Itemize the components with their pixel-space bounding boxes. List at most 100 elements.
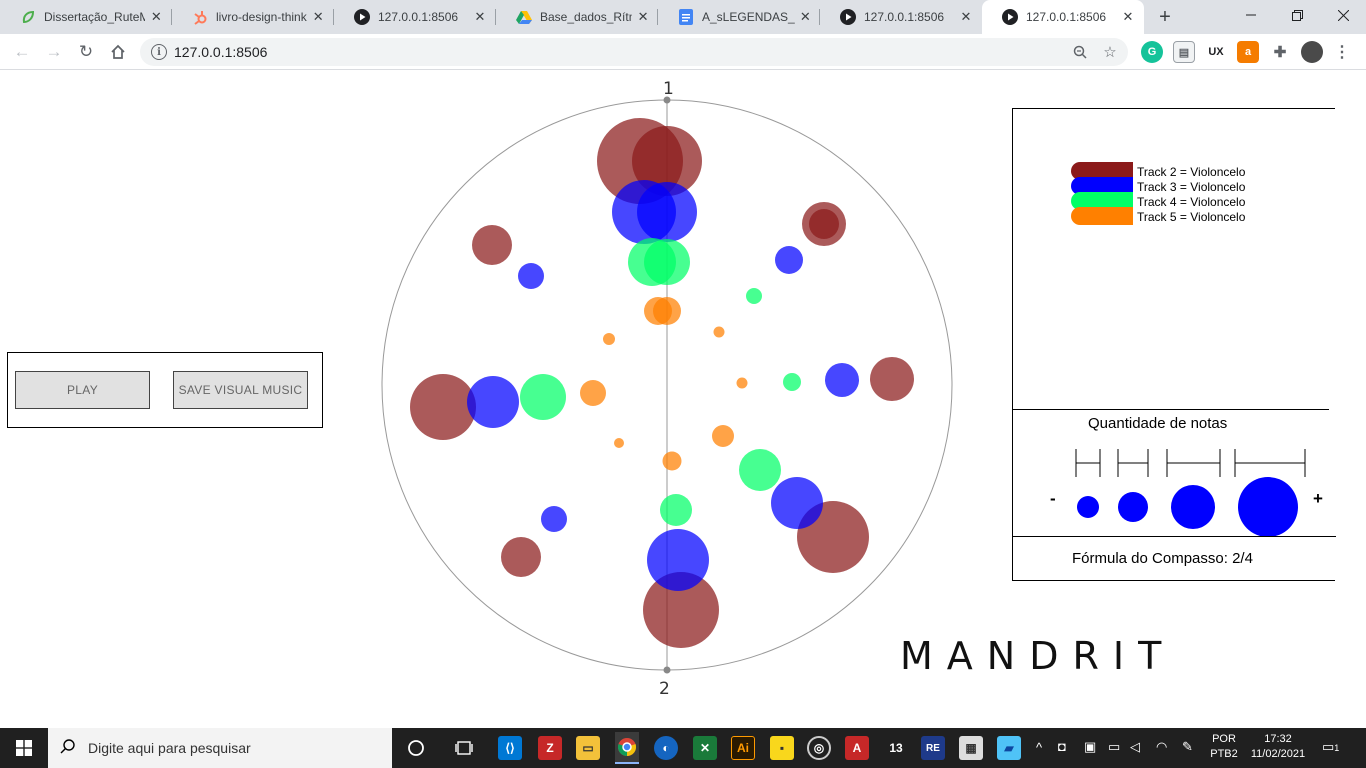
quantity-scale [1075,449,1306,537]
note-bubble [603,333,615,345]
close-icon[interactable]: ✕ [149,9,164,25]
chrome-icon[interactable] [615,732,639,764]
tab-base-dados[interactable]: Base_dados_Rítmic ✕ [496,0,658,34]
size-sample [1077,496,1099,518]
wifi-icon[interactable]: ◠ [1156,739,1167,755]
vscode-icon[interactable]: ⟨⟩ [498,736,522,760]
app-13-icon[interactable]: 13 [884,736,908,760]
new-tab-button[interactable]: + [1153,5,1177,29]
illustrator-icon[interactable]: Ai [731,736,755,760]
tab-title: Dissertação_RuteM [44,10,145,24]
note-bubble [541,506,567,532]
address-bar[interactable]: i 127.0.0.1:8506 ☆ [140,38,1128,66]
legend-item: Track 5 = Violoncelo [1137,210,1246,224]
bookmark-star-icon[interactable]: ☆ [1100,42,1120,62]
note-bubble [472,225,512,265]
back-arrow-icon[interactable]: ← [8,38,36,66]
note-bubble [825,363,859,397]
close-icon[interactable]: ✕ [311,9,327,25]
grammarly-icon[interactable]: G [1141,41,1163,63]
notification-center-icon[interactable]: ▭1 [1322,739,1339,755]
time-signature: Fórmula do Compasso: 2/4 [1072,550,1253,567]
zoom-icon[interactable] [1070,42,1090,62]
zotero-icon[interactable]: Z [538,736,562,760]
note-bubble [775,246,803,274]
ux-extension-icon[interactable]: UX [1205,41,1227,63]
reload-icon[interactable]: ↻ [72,38,100,66]
legend-item: Track 3 = Violoncelo [1137,180,1246,194]
cortana-icon[interactable] [404,736,428,760]
task-view-icon[interactable] [452,736,476,760]
tab-localhost-1[interactable]: 127.0.0.1:8506 ✕ [334,0,496,34]
volume-icon[interactable]: ◁ [1130,739,1140,755]
clock[interactable]: 17:32 11/02/2021 [1246,733,1310,760]
note-bubble [771,477,823,529]
info-icon[interactable]: i [151,44,167,60]
plus-sign: + [1313,489,1323,508]
note-bubble [637,182,697,242]
camera-icon[interactable]: ◘ [1058,739,1066,754]
note-bubble [783,373,801,391]
taskbar-search-box[interactable]: Digite aqui para pesquisar [48,728,392,768]
note-bubble [614,438,624,448]
note-bubble [467,376,519,428]
google-drive-icon [516,9,532,25]
file-explorer-icon[interactable]: ▭ [576,736,600,760]
legend-divider [1013,409,1329,410]
close-icon[interactable]: ✕ [636,9,650,25]
profile-avatar[interactable] [1301,41,1323,63]
tab-legendas[interactable]: A_sLEGENDAS_MA ✕ [658,0,820,34]
acrobat-icon[interactable]: A [845,736,869,760]
minimize-button[interactable] [1228,0,1274,30]
google-docs-icon [678,9,694,25]
legend-swatch-track5 [1071,207,1133,225]
app-icon[interactable]: ◐ [654,736,678,760]
legend-panel: Track 2 = Violoncelo Track 3 = Violoncel… [1012,108,1336,581]
note-bubble [713,326,725,338]
tab-title: A_sLEGENDAS_MA [702,10,795,24]
shopping-extension-icon[interactable]: a [1237,41,1259,63]
forward-arrow-icon[interactable]: → [40,38,68,66]
home-icon[interactable] [104,38,132,66]
pen-icon[interactable]: ✎ [1182,739,1193,755]
tool-icon[interactable]: ▰ [997,736,1021,760]
close-icon[interactable]: ✕ [799,9,812,25]
reader-icon[interactable]: ▤ [1173,41,1195,63]
excel-icon[interactable]: ✕ [693,736,717,760]
tab-livro-design[interactable]: livro-design-thinki ✕ [172,0,334,34]
overleaf-leaf-icon [20,9,36,25]
close-icon[interactable]: ✕ [472,9,488,25]
tab-localhost-active[interactable]: 127.0.0.1:8506 ✕ [982,0,1144,34]
display-icon[interactable]: ▣ [1084,739,1096,755]
calculator-icon[interactable]: ▦ [959,736,983,760]
note-bubble [647,529,709,591]
close-icon[interactable]: ✕ [958,9,974,25]
legend-divider [1013,536,1336,537]
sticky-notes-icon[interactable]: ▪ [770,736,794,760]
note-bubble [739,449,781,491]
windows-start-icon[interactable] [0,728,48,768]
note-bubble [653,297,681,325]
obs-icon[interactable]: ◎ [807,736,831,760]
menu-dots-icon[interactable]: ⋮ [1331,41,1353,63]
close-icon[interactable]: ✕ [1120,9,1136,25]
extensions-puzzle-icon[interactable]: ✚ [1269,41,1291,63]
legend-item: Track 4 = Violoncelo [1137,195,1246,209]
chevron-up-icon[interactable]: ^ [1036,740,1042,755]
restore-button[interactable] [1274,0,1320,30]
brand-logo: MANDRIT [900,634,1176,678]
legend-item: Track 2 = Violoncelo [1137,165,1246,179]
battery-icon[interactable]: ▭ [1108,739,1120,755]
close-window-button[interactable] [1320,0,1366,30]
note-bubble [644,239,690,285]
language-indicator[interactable]: POR PTB2 [1206,733,1242,760]
re-app-icon[interactable]: RE [921,736,945,760]
note-bubble [746,288,762,304]
beat-label-1: 1 [663,79,674,99]
tab-title: 127.0.0.1:8506 [1026,10,1107,24]
note-bubble [712,425,734,447]
note-bubble [736,377,748,389]
tab-localhost-2[interactable]: 127.0.0.1:8506 ✕ [820,0,982,34]
tab-dissertacao[interactable]: Dissertação_RuteM ✕ [0,0,172,34]
note-bubble [410,374,476,440]
